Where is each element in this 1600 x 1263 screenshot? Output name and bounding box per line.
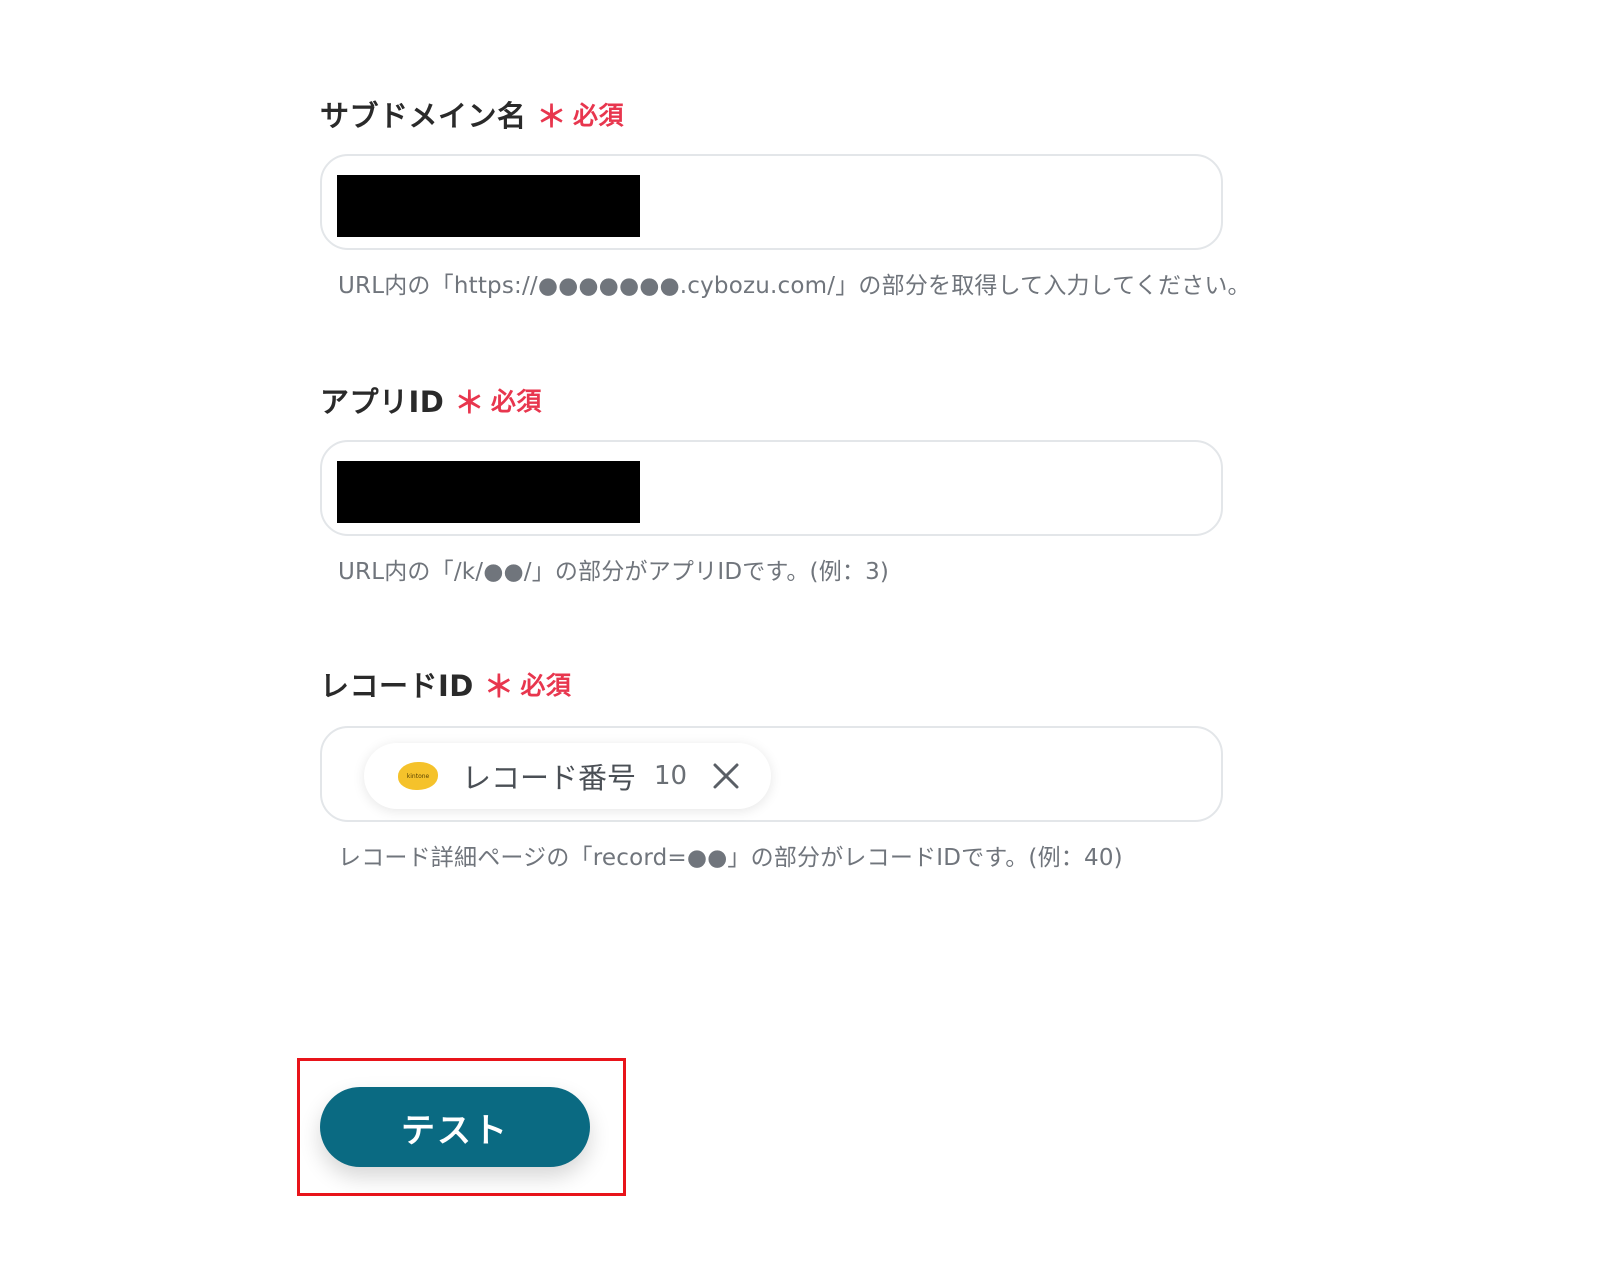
subdomain-label-text: サブドメイン名: [320, 99, 527, 133]
required-text: 必須: [490, 387, 542, 416]
required-asterisk: ＊: [454, 386, 485, 421]
subdomain-help-text: URL内の「https://●●●●●●●.cybozu.com/」の部分を取得…: [338, 273, 1251, 299]
app-id-help-text: URL内の「/k/●●/」の部分がアプリIDです。(例：3): [338, 559, 890, 585]
subdomain-input[interactable]: [320, 154, 1223, 250]
required-asterisk: ＊: [483, 670, 515, 705]
app-id-label-text: アプリID: [320, 385, 445, 419]
kintone-logo-icon: kintone: [398, 762, 438, 790]
subdomain-label: サブドメイン名 ＊ 必須: [320, 92, 624, 136]
required-text: 必須: [573, 101, 625, 130]
record-id-label-text: レコードID: [320, 669, 474, 703]
record-number-chip[interactable]: kintone レコード番号 10: [364, 743, 772, 809]
chip-value: 10: [654, 761, 688, 791]
redacted-value: [337, 175, 640, 237]
record-id-input[interactable]: kintone レコード番号 10: [320, 726, 1223, 822]
required-text: 必須: [520, 671, 572, 700]
app-id-label: アプリID ＊ 必須: [320, 378, 542, 422]
chip-label: レコード番号: [462, 761, 637, 795]
close-icon[interactable]: [709, 759, 743, 793]
required-asterisk: ＊: [536, 100, 568, 135]
test-button[interactable]: テスト: [320, 1087, 590, 1167]
record-id-help-text: レコード詳細ページの「record=●●」の部分がレコードIDです。(例：40): [338, 845, 1123, 871]
app-id-input[interactable]: [320, 440, 1223, 536]
record-id-label: レコードID ＊ 必須: [320, 662, 571, 706]
redacted-value: [337, 461, 640, 523]
